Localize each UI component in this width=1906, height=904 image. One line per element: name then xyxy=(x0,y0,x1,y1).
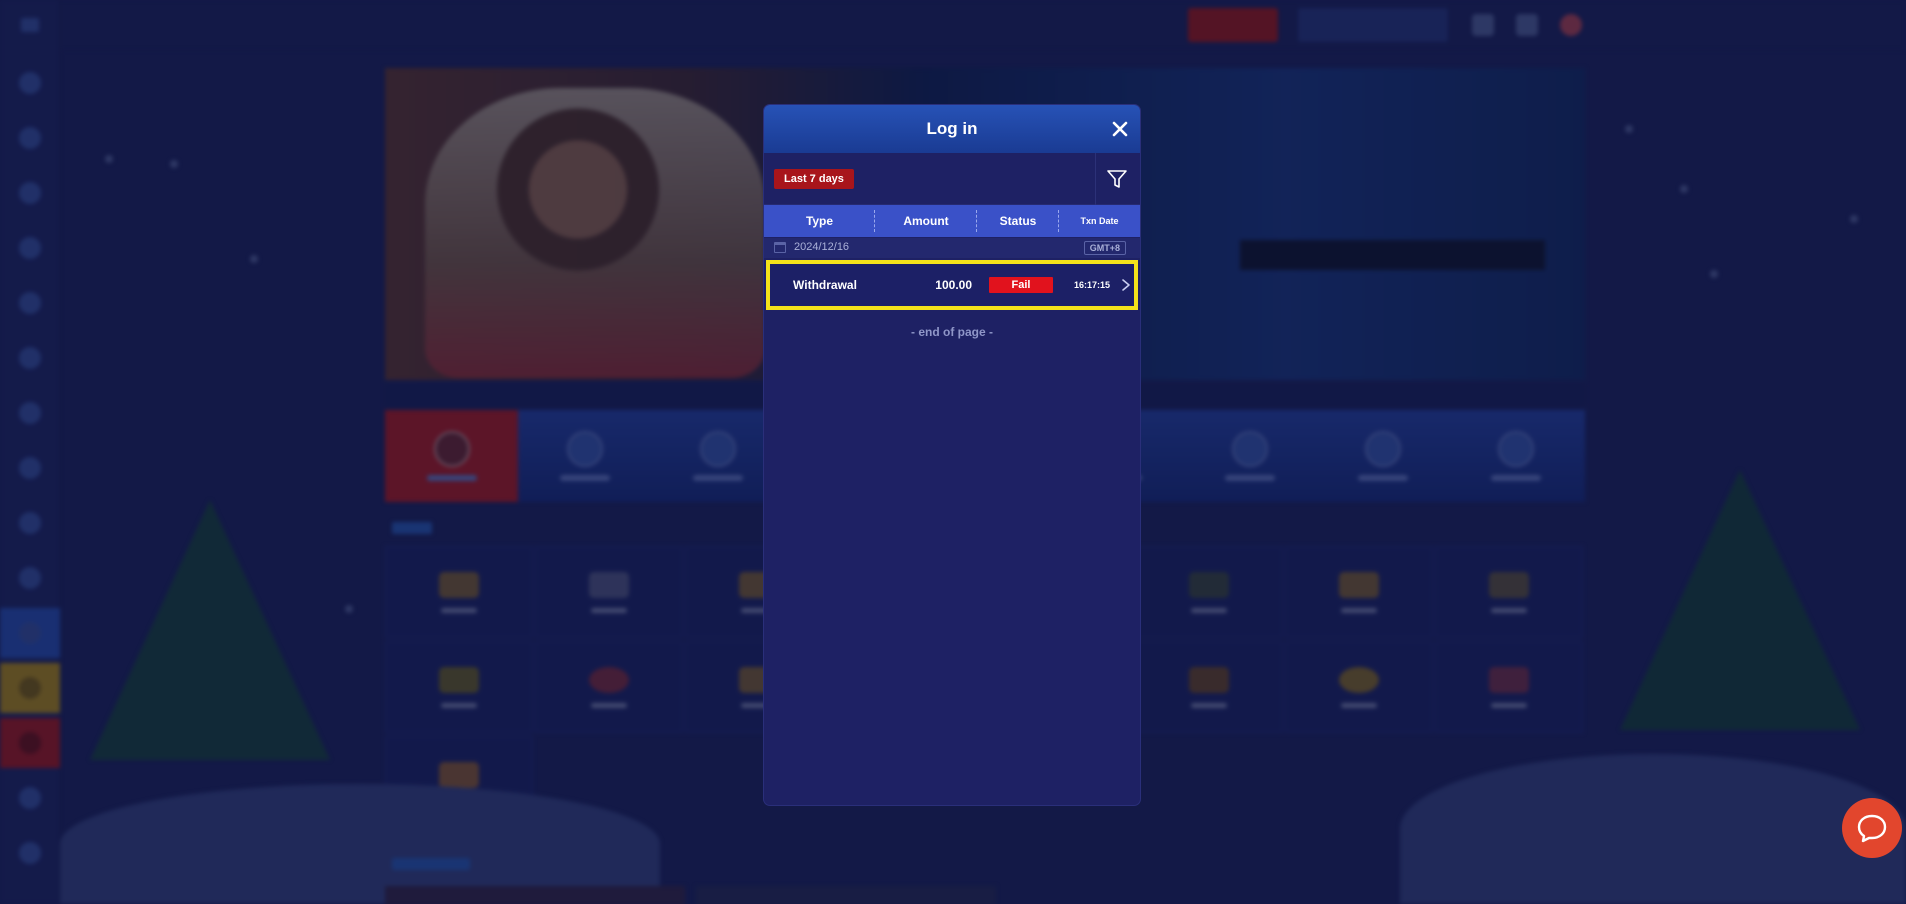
txn-type: Withdrawal xyxy=(793,278,857,292)
column-header-type: Type xyxy=(764,205,875,237)
table-row[interactable]: Withdrawal 100.00 Fail 16:17:15 xyxy=(766,260,1138,310)
modal-title: Log in xyxy=(926,119,978,138)
column-header-status: Status xyxy=(977,205,1059,237)
calendar-icon xyxy=(774,242,786,253)
chat-bubble-icon[interactable] xyxy=(1842,798,1902,858)
column-header-amount: Amount xyxy=(875,205,977,237)
txn-amount: 100.00 xyxy=(935,278,972,292)
divider xyxy=(1095,153,1096,205)
transaction-modal: Log in Last 7 days Type Amount Status Tx… xyxy=(764,105,1140,805)
filter-icon[interactable] xyxy=(1105,167,1129,191)
period-filter-badge[interactable]: Last 7 days xyxy=(774,169,854,189)
column-header-txn-date: Txn Date xyxy=(1080,216,1119,226)
end-of-page-label: - end of page - xyxy=(911,325,993,339)
close-icon[interactable] xyxy=(1109,118,1131,140)
timezone-badge: GMT+8 xyxy=(1083,241,1126,255)
table-header: Type Amount Status Txn Date xyxy=(764,205,1140,237)
modal-header: Log in xyxy=(764,105,1140,153)
txn-time: 16:17:15 xyxy=(1073,280,1111,290)
txn-status-cell: Fail xyxy=(980,264,1062,306)
date-group-row: 2024/12/16 GMT+8 xyxy=(764,238,1140,258)
date-group-label: 2024/12/16 xyxy=(794,241,850,253)
chevron-right-icon[interactable] xyxy=(1120,278,1132,292)
status-badge: Fail xyxy=(989,277,1053,293)
filter-row: Last 7 days xyxy=(764,153,1140,205)
